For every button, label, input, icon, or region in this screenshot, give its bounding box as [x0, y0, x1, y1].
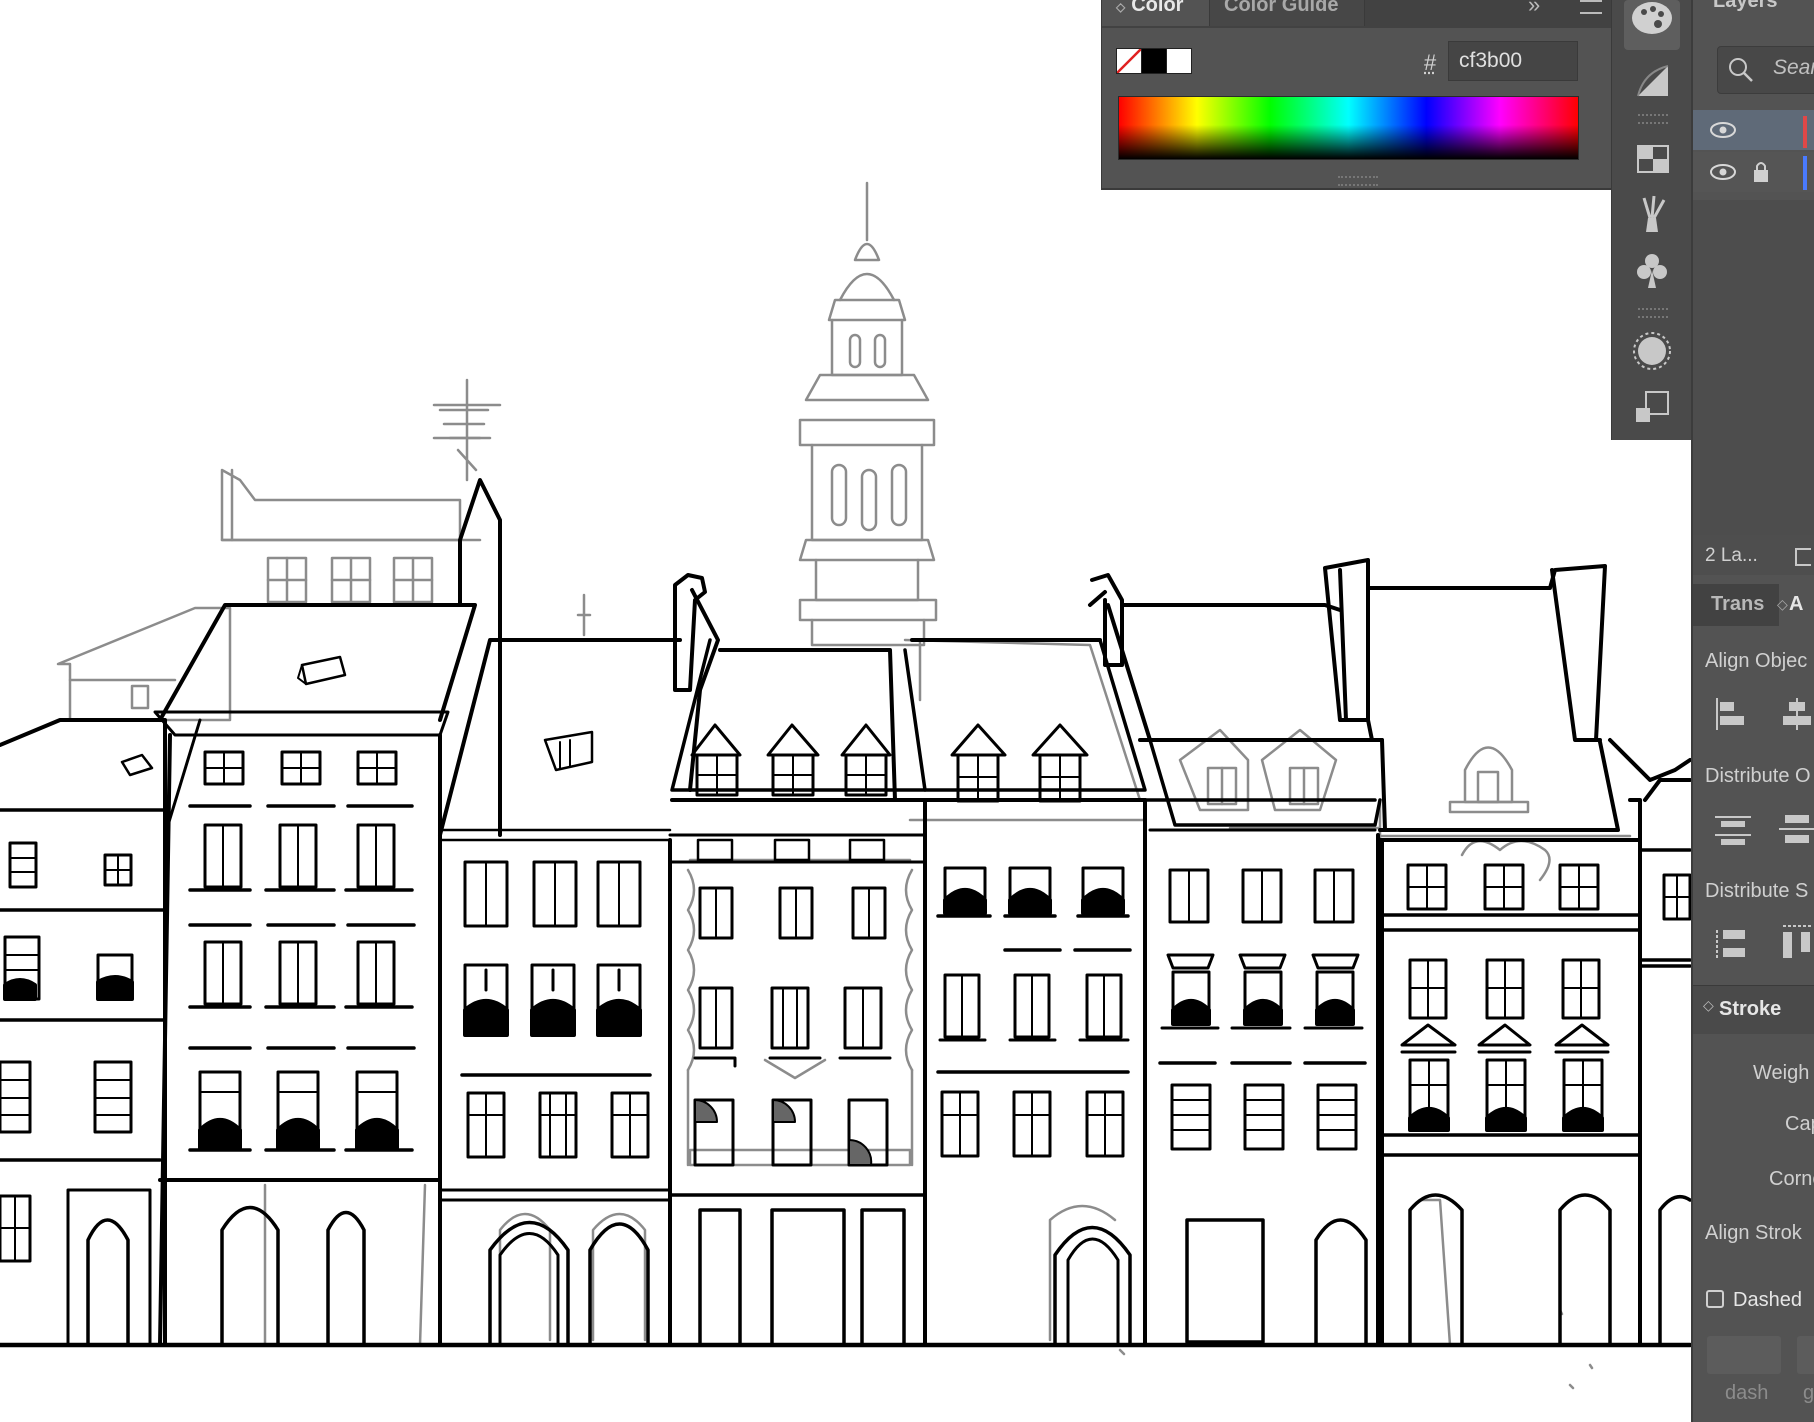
- right-panel: Layers Sear 2 La... Trans A ◇ Align Obje…: [1693, 0, 1814, 1422]
- panel-resize-grip[interactable]: [1338, 176, 1378, 186]
- gap-input[interactable]: [1797, 1336, 1814, 1374]
- tab-color-guide-label: Color Guide: [1224, 0, 1339, 16]
- tab-layers[interactable]: Layers: [1713, 0, 1778, 13]
- tab-color-label: Color: [1131, 0, 1184, 16]
- distribute-top-button[interactable]: [1709, 805, 1757, 853]
- layer-color-indicator: [1803, 116, 1807, 148]
- tab-color[interactable]: ◇ Color: [1102, 0, 1209, 26]
- swatch-grid-icon[interactable]: [1624, 132, 1680, 182]
- align-objects-label: Align Objec: [1705, 650, 1808, 672]
- layer-row[interactable]: [1693, 152, 1814, 192]
- dash-input[interactable]: [1707, 1336, 1781, 1374]
- color-panel: ◇ Color Color Guide » #: [1101, 0, 1611, 190]
- layer-count-label: 2 La...: [1705, 545, 1758, 566]
- dash-label: dash: [1725, 1382, 1769, 1404]
- search-icon: [1729, 58, 1753, 82]
- align-stroke-label: Align Strok: [1705, 1222, 1802, 1244]
- visibility-eye-icon[interactable]: [1709, 162, 1739, 182]
- distribute-spacing-label: Distribute S: [1705, 880, 1809, 902]
- dock-separator: [1638, 308, 1668, 318]
- gap-label: g: [1803, 1382, 1814, 1404]
- align-left-button[interactable]: [1709, 690, 1757, 738]
- search-placeholder: Sear: [1773, 56, 1814, 79]
- lock-icon[interactable]: [1751, 160, 1771, 184]
- dashed-line-checkbox[interactable]: [1706, 1290, 1724, 1308]
- artboard-illustration[interactable]: [0, 0, 1814, 1422]
- layer-row[interactable]: [1693, 110, 1814, 150]
- stroke-weight-label: Weigh: [1753, 1062, 1810, 1084]
- align-center-button[interactable]: [1773, 690, 1814, 738]
- color-spectrum-bar[interactable]: [1118, 96, 1579, 160]
- distribute-spacing-horizontal-button[interactable]: [1773, 920, 1814, 968]
- stroke-corner-label: Corne: [1769, 1168, 1814, 1190]
- layer-color-indicator: [1803, 156, 1807, 190]
- transform-icon[interactable]: [1624, 382, 1680, 432]
- stroke-cap-label: Cap: [1785, 1113, 1814, 1135]
- locate-object-icon[interactable]: [1795, 548, 1811, 566]
- appearance-icon[interactable]: [1624, 326, 1680, 376]
- swatch-none[interactable]: [1116, 48, 1142, 74]
- none-slash-icon: [1117, 49, 1141, 73]
- visibility-eye-icon[interactable]: [1709, 120, 1739, 140]
- swatch-black[interactable]: [1141, 48, 1167, 74]
- distribute-objects-label: Distribute O: [1705, 765, 1811, 787]
- icon-dock: [1611, 0, 1693, 440]
- hex-color-input[interactable]: [1448, 41, 1578, 81]
- collapse-panels-icon[interactable]: »: [1528, 0, 1540, 18]
- collapse-chevron-icon: ◇: [1116, 0, 1126, 14]
- layers-list: [1693, 200, 1814, 535]
- brushes-icon[interactable]: [1624, 188, 1680, 238]
- stroke-panel-title: Stroke: [1719, 998, 1782, 1020]
- swatch-white[interactable]: [1166, 48, 1192, 74]
- gradient-icon[interactable]: [1624, 52, 1680, 102]
- tab-chevron-icon: ◇: [1777, 596, 1788, 612]
- ink-layer: [0, 478, 1693, 1348]
- tab-align-label: A: [1789, 593, 1804, 615]
- color-palette-icon[interactable]: [1624, 0, 1680, 50]
- distribute-center-button[interactable]: [1773, 805, 1814, 853]
- dock-separator: [1638, 114, 1668, 124]
- dashed-line-label: Dashed: [1733, 1289, 1802, 1311]
- tab-color-guide[interactable]: Color Guide: [1209, 0, 1365, 26]
- hex-symbol: #: [1424, 50, 1437, 75]
- tab-transform[interactable]: Trans: [1711, 593, 1764, 616]
- panel-menu-icon[interactable]: [1580, 0, 1602, 14]
- collapse-chevron-icon: ◇: [1703, 997, 1714, 1013]
- distribute-spacing-vertical-button[interactable]: [1709, 920, 1757, 968]
- symbols-icon[interactable]: [1624, 244, 1680, 294]
